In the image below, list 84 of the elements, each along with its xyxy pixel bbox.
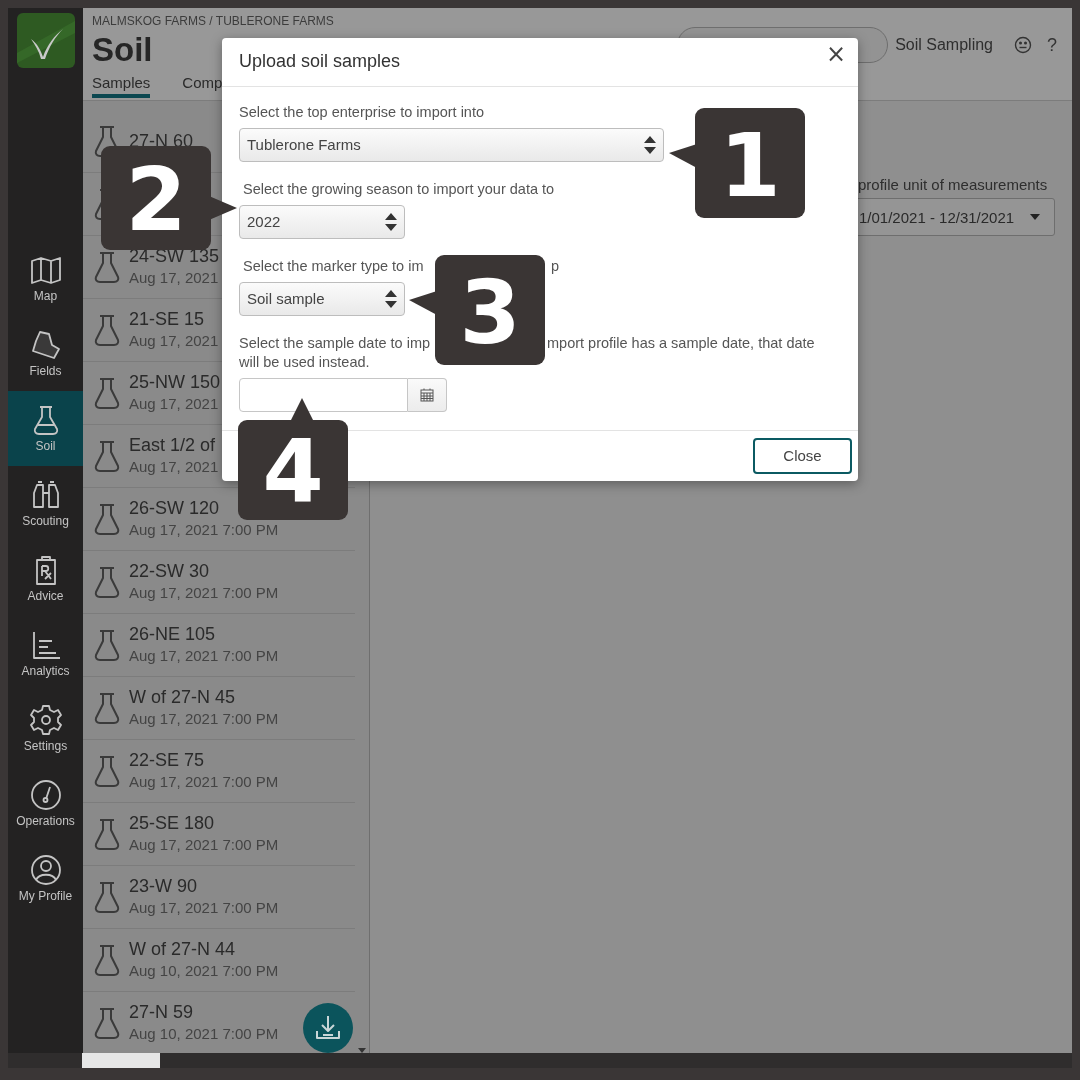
breadcrumb: MALMSKOG FARMS / TUBLERONE FARMS xyxy=(92,14,334,28)
step-callout: 4 xyxy=(238,398,348,520)
sample-date: Aug 17, 2021 xyxy=(129,268,220,288)
flask-icon xyxy=(94,566,120,598)
up-down-arrows-icon xyxy=(385,212,397,231)
download-button[interactable] xyxy=(303,1003,353,1053)
nav-item[interactable]: Analytics xyxy=(8,616,83,691)
nav-item[interactable]: Operations xyxy=(8,766,83,841)
flask-icon xyxy=(94,944,120,976)
dialog-title: Upload soil samples xyxy=(239,51,401,73)
flask-icon xyxy=(94,881,120,913)
gauge-icon xyxy=(29,779,62,811)
step-callout: 2 xyxy=(101,146,237,250)
sample-date: Aug 17, 2021 7:00 PM xyxy=(129,835,279,855)
select-dropdown[interactable]: Soil sample xyxy=(239,281,405,316)
scroll-down-arrow-icon[interactable] xyxy=(358,1048,366,1053)
sample-date: Aug 17, 2021 xyxy=(129,331,219,351)
flask-icon xyxy=(94,692,120,724)
sample-name: W of 27-N 44 xyxy=(129,938,237,960)
tab[interactable]: Comp xyxy=(182,74,223,98)
flask-icon xyxy=(94,629,120,661)
flask-icon xyxy=(94,818,120,850)
flask-icon xyxy=(94,377,120,409)
step-callout: 1 xyxy=(669,108,805,218)
sample-date: Aug 17, 2021 xyxy=(129,394,220,414)
nav-item[interactable]: Settings xyxy=(8,691,83,766)
sample-name: 26-SW 120 xyxy=(129,497,221,519)
sample-name: 27-N 59 xyxy=(129,1001,195,1023)
flask-icon xyxy=(94,503,120,535)
settings-icon xyxy=(29,704,62,736)
sample-name: W of 27-N 45 xyxy=(129,686,237,708)
select-dropdown[interactable]: 2022 xyxy=(239,204,405,239)
field-label: Select the marker type to im xyxy=(243,256,425,276)
sample-name: 25-SE 180 xyxy=(129,812,216,834)
sample-name: 25-NW 150 xyxy=(129,371,221,393)
sample-name: 23-W 90 xyxy=(129,875,199,897)
scrollbar-thumb[interactable] xyxy=(82,1053,160,1068)
up-down-arrows-icon xyxy=(644,135,656,154)
sample-name: 21-SE 15 xyxy=(129,308,206,330)
flask-icon xyxy=(94,755,120,787)
field-label: p xyxy=(551,256,560,276)
nav-item[interactable]: Map xyxy=(8,241,83,316)
sample-date: Aug 17, 2021 7:00 PM xyxy=(129,583,279,603)
flask-icon xyxy=(94,314,120,346)
sample-date: Aug 10, 2021 7:00 PM xyxy=(129,1024,279,1044)
sample-date: Aug 17, 2021 7:00 PM xyxy=(129,646,279,666)
map-icon xyxy=(29,254,62,286)
close-button[interactable]: × xyxy=(821,39,850,68)
sample-date: Aug 10, 2021 7:00 PM xyxy=(129,961,279,981)
sample-name: East 1/2 of xyxy=(129,434,217,456)
flask-icon xyxy=(94,440,120,472)
sample-date: Aug 17, 2021 xyxy=(129,457,219,477)
sample-date: Aug 17, 2021 7:00 PM xyxy=(129,520,279,540)
field-shape-icon xyxy=(29,329,62,361)
date-field[interactable] xyxy=(239,377,408,412)
help-button[interactable]: ? xyxy=(1047,34,1057,56)
page-title: Soil xyxy=(92,30,153,70)
calendar-button[interactable] xyxy=(408,377,447,412)
header-link[interactable]: Soil Sampling xyxy=(895,36,993,54)
sample-name: 22-SW 30 xyxy=(129,560,211,582)
nav-item[interactable]: Scouting xyxy=(8,466,83,541)
flask-icon xyxy=(94,1007,120,1039)
sample-date: Aug 17, 2021 7:00 PM xyxy=(129,772,279,792)
sample-date: Aug 17, 2021 7:00 PM xyxy=(129,709,279,729)
field-label: profile unit of measurements xyxy=(858,176,1049,193)
profile-icon xyxy=(29,854,62,886)
caret-icon xyxy=(1030,214,1040,220)
nav-item[interactable]: My Profile xyxy=(8,841,83,916)
field-label: Select the growing season to import your data to xyxy=(243,179,555,199)
field-label: Select the top enterprise to import into xyxy=(239,102,485,122)
smiley-icon[interactable] xyxy=(1014,36,1032,54)
calendar-icon xyxy=(420,387,434,402)
app-logo[interactable] xyxy=(16,13,75,68)
field-label: mport profile has a sample date, that date xyxy=(547,333,815,353)
up-down-arrows-icon xyxy=(385,289,397,308)
nav-item[interactable]: Fields xyxy=(8,316,83,391)
flask-icon xyxy=(94,251,120,283)
nav-item[interactable]: Advice xyxy=(8,541,83,616)
close-button[interactable]: Close xyxy=(753,437,852,474)
nav-item[interactable]: Soil xyxy=(8,391,83,466)
sample-name: 26-NE 105 xyxy=(129,623,217,645)
sample-name: 22-SE 75 xyxy=(129,749,206,771)
sample-date: Aug 17, 2021 7:00 PM xyxy=(129,898,279,918)
select-dropdown[interactable]: Tublerone Farms xyxy=(239,127,664,162)
